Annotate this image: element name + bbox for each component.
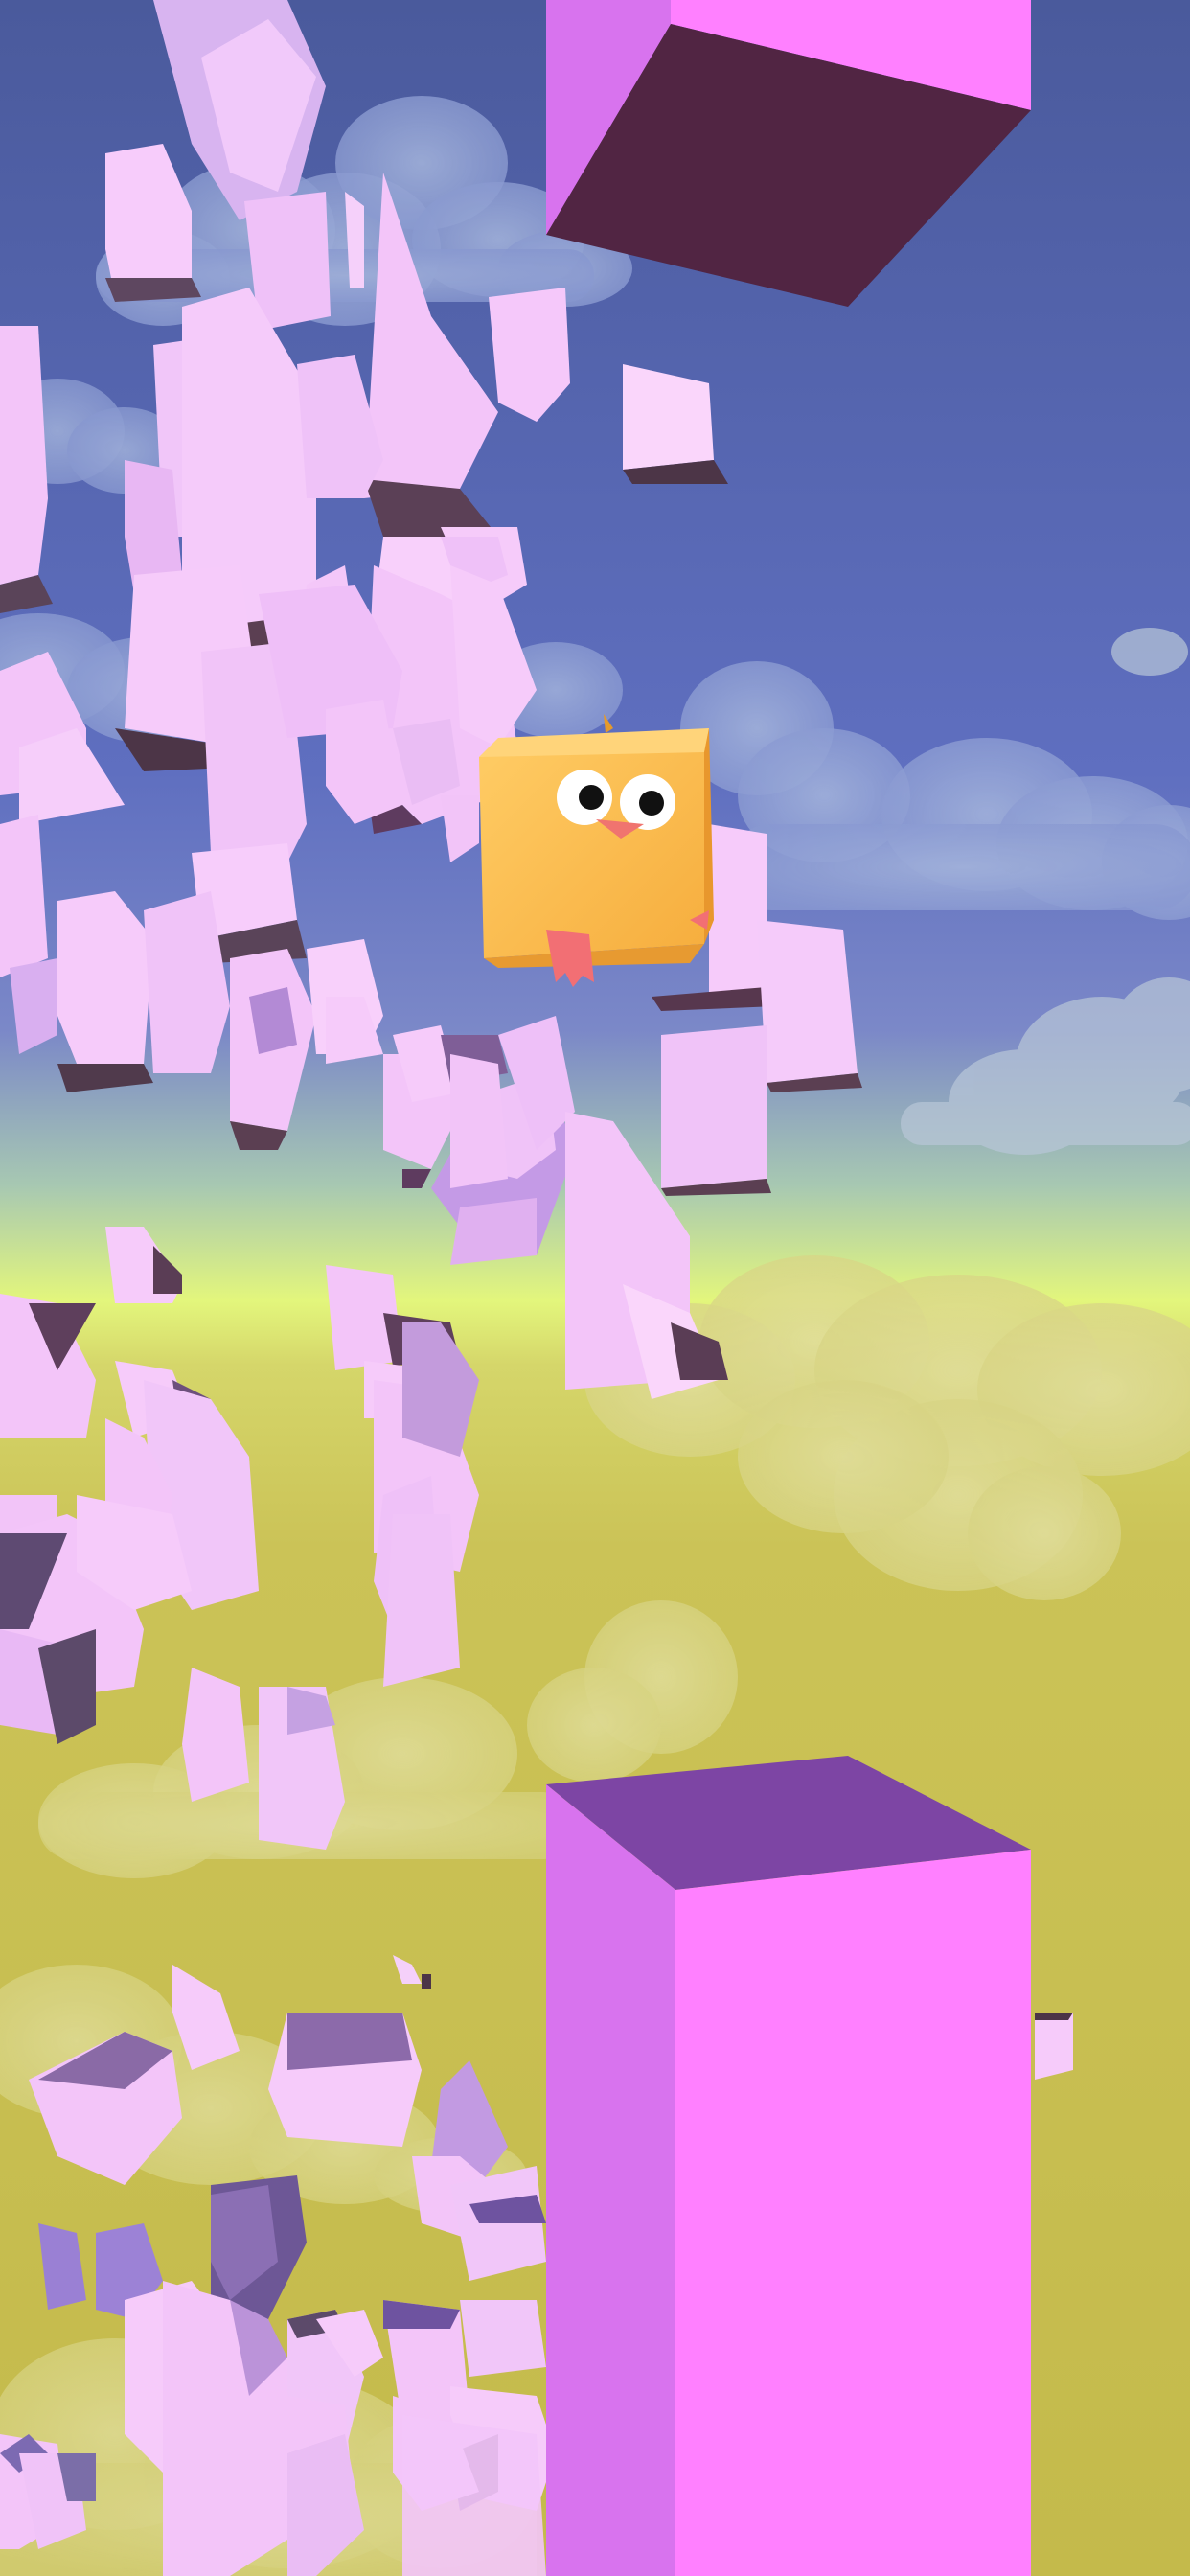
pillar-bottom [546,1756,1031,2576]
game-scene[interactable] [0,0,1190,2576]
bird-cube-icon [479,714,714,987]
player-bird[interactable] [479,714,714,987]
